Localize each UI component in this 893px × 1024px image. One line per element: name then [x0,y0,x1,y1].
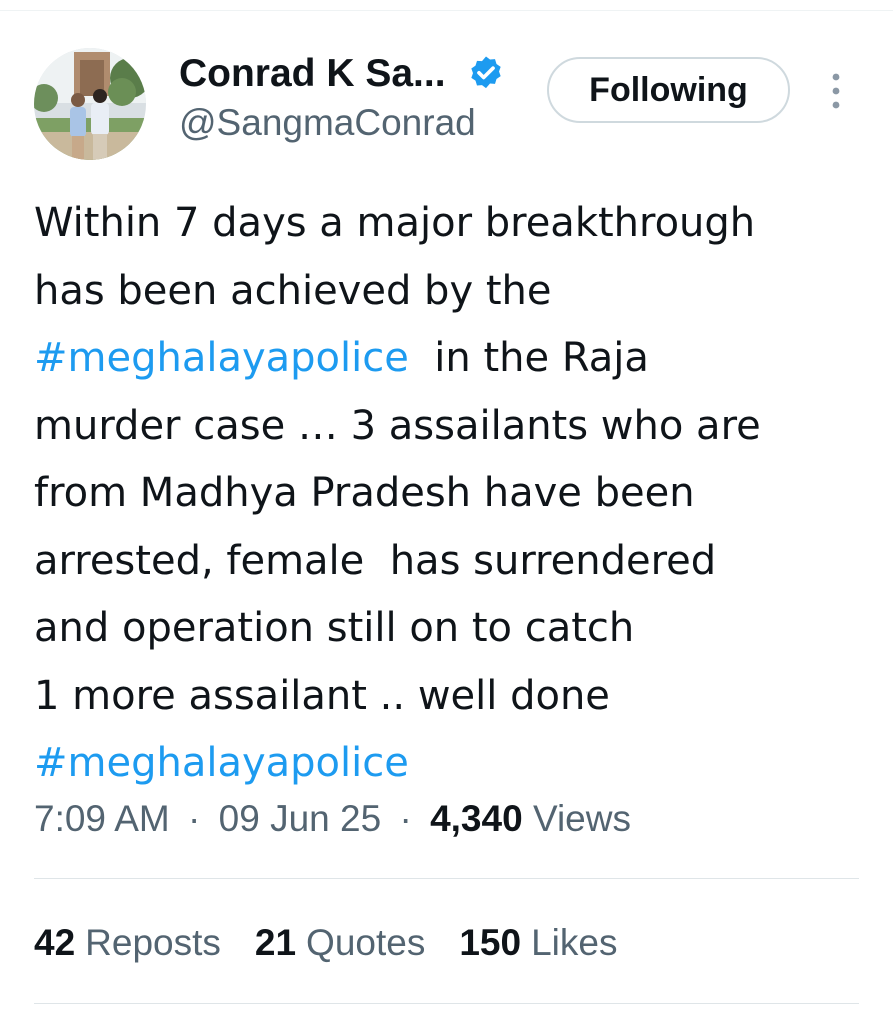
tweet-line: #meghalayapolice in the Raja [34,325,874,393]
quotes-label: Quotes [306,922,426,963]
hashtag-link[interactable]: #meghalayapolice [34,335,409,381]
tweet-line: has been achieved by the [34,258,874,326]
tweet-text-segment: in the Raja [408,335,649,381]
profile-photo [34,48,146,160]
tweet-line: from Madhya Pradesh have been [34,460,874,528]
engagement-stats: 42 Reposts 21 Quotes 150 Likes [34,920,651,966]
reposts-stat[interactable]: 42 Reposts [34,920,221,966]
divider [34,1003,859,1004]
tweet-line: #meghalayapolice [34,730,874,798]
avatar[interactable] [34,48,146,160]
tweet-text-segment: murder case … 3 assailants who are [34,402,761,449]
reposts-count: 42 [34,922,76,963]
likes-label: Likes [531,922,618,963]
user-handle[interactable]: @SangmaConrad [179,102,476,144]
verified-badge-icon [471,56,501,89]
tweet-text-segment: arrested, female has surrendered [34,537,717,584]
tweet-text-segment: has been achieved by the [34,267,552,314]
more-vertical-icon[interactable] [822,70,850,112]
meta-separator: · [188,798,201,839]
tweet-line: and operation still on to catch [34,595,874,663]
views-count: 4,340 [430,798,523,839]
tweet-line: Within 7 days a major breakthrough [34,190,874,258]
divider [34,878,859,879]
tweet-text-segment: 1 more assailant .. well done [34,672,610,719]
likes-count: 150 [459,922,522,963]
tweet-meta: 7:09 AM · 09 Jun 25 · 4,340 Views [34,796,631,842]
quotes-stat[interactable]: 21 Quotes [255,920,425,966]
tweet-line: arrested, female has surrendered [34,528,874,596]
hashtag-link[interactable]: #meghalayapolice [34,740,409,786]
tweet-text-segment: and operation still on to catch [34,605,635,651]
reposts-label: Reposts [85,922,221,963]
tweet-text-segment: from Madhya Pradesh have been [34,470,695,516]
following-button[interactable]: Following [547,57,790,123]
likes-stat[interactable]: 150 Likes [459,920,617,966]
tweet-text-segment: Within 7 days a major breakthrough [34,200,756,246]
quotes-count: 21 [254,922,297,963]
top-divider [0,10,893,11]
views-label: Views [532,798,631,839]
tweet-text: Within 7 days a major breakthrough has be… [34,190,874,798]
display-name[interactable]: Conrad K Sa... [179,52,446,96]
tweet-line: 1 more assailant .. well done [34,663,874,731]
tweet-date[interactable]: 09 Jun 25 [219,798,382,839]
meta-separator: · [399,798,412,839]
tweet-time[interactable]: 7:09 AM [34,798,170,839]
tweet-line: murder case … 3 assailants who are [34,393,874,461]
